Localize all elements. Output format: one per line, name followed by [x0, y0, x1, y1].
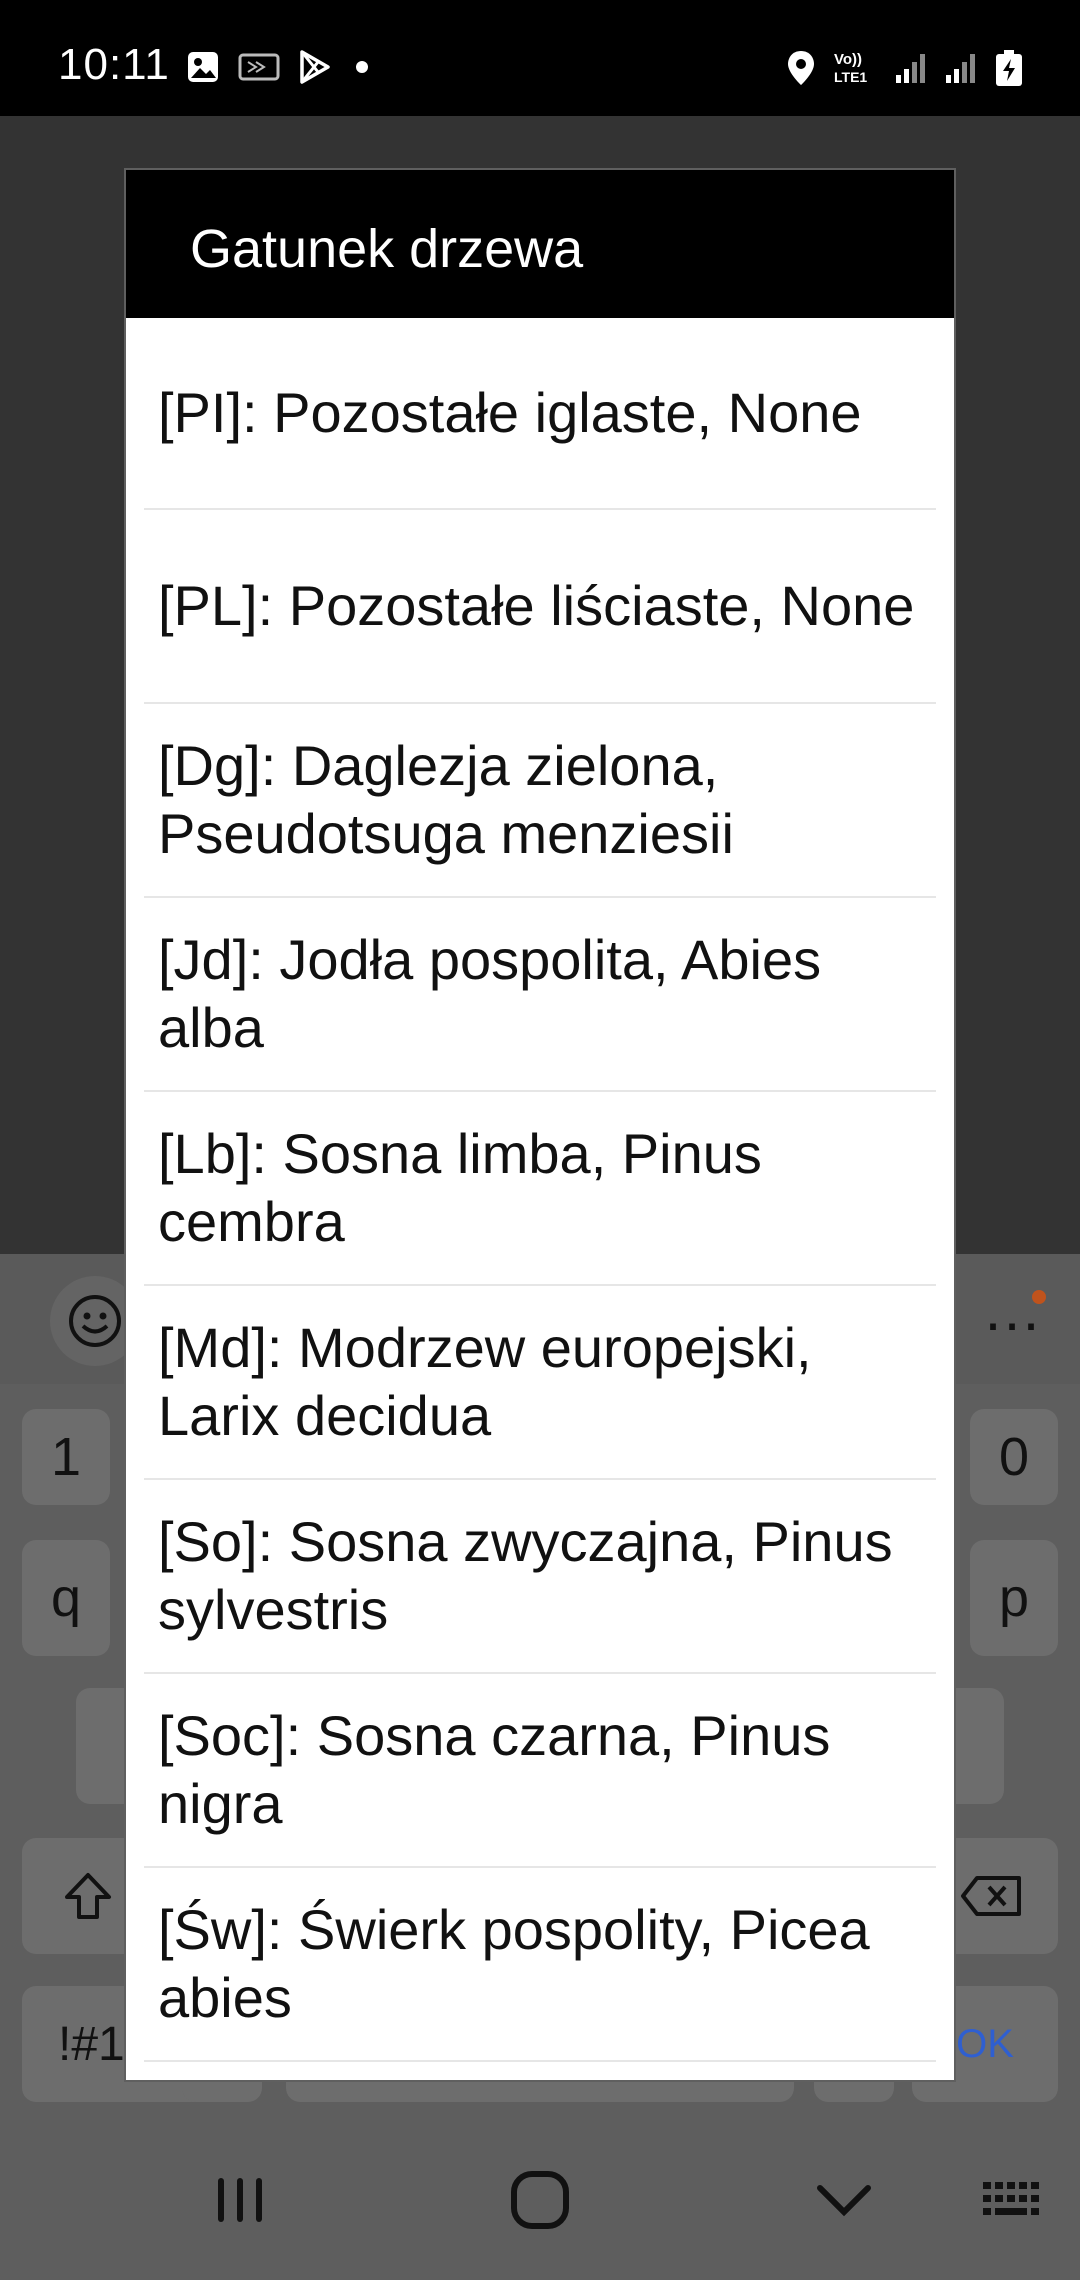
gallery-icon [186, 50, 220, 89]
svg-text:Vo)): Vo)) [834, 51, 862, 68]
list-item-md[interactable]: [Md]: Modrzew europejski, Larix decidua [144, 1286, 936, 1480]
list-item-pl[interactable]: [PL]: Pozostałe liściaste, None [144, 510, 936, 704]
key-1[interactable]: 1 [22, 1409, 110, 1505]
list-item-sw[interactable]: [Św]: Świerk pospolity, Picea abies [144, 1868, 936, 2062]
chevron-down-icon [817, 2185, 871, 2217]
recent-apps-button[interactable] [180, 2150, 300, 2250]
signal-icon [894, 51, 928, 90]
shift-icon [65, 1873, 111, 1919]
list-item-label: [Md]: Modrzew europejski, Larix decidua [158, 1316, 812, 1447]
back-button[interactable] [784, 2150, 904, 2250]
signal-icon [944, 51, 978, 90]
status-bar: 10:11 Vo)) LTE1 [0, 0, 1080, 116]
list-item-pi[interactable]: [PI]: Pozostałe iglaste, None [144, 318, 936, 510]
update-dot-icon [1032, 1290, 1046, 1304]
home-button[interactable] [480, 2150, 600, 2250]
volte-icon: Vo)) LTE1 [832, 48, 878, 93]
navigation-bar [0, 2120, 1080, 2280]
list-item-jd[interactable]: [Jd]: Jodła pospolita, Abies alba [144, 898, 936, 1092]
play-store-icon [298, 50, 332, 89]
list-item-so[interactable]: [So]: Sosna zwyczajna, Pinus sylvestris [144, 1480, 936, 1674]
cast-icon [238, 52, 280, 87]
dialog-title: Gatunek drzewa [190, 219, 584, 279]
list-item-dg[interactable]: [Dg]: Daglezja zielona, Pseudotsuga menz… [144, 704, 936, 898]
keyboard-icon [983, 2182, 1039, 2215]
dialog-header: Gatunek drzewa [126, 170, 954, 318]
list-item-label: [PL]: Pozostałe liściaste, None [158, 574, 915, 637]
species-list[interactable]: [PI]: Pozostałe iglaste, None [PL]: Pozo… [126, 318, 954, 2078]
key-0[interactable]: 0 [970, 1409, 1058, 1505]
list-item-label: [So]: Sosna zwyczajna, Pinus sylvestris [158, 1510, 893, 1641]
list-item-soc[interactable]: [Soc]: Sosna czarna, Pinus nigra [144, 1674, 936, 1868]
list-item-label: [PI]: Pozostałe iglaste, None [158, 381, 862, 444]
key-q[interactable]: q [22, 1540, 110, 1656]
location-icon [786, 49, 816, 92]
recent-apps-icon [218, 2178, 262, 2222]
battery-charging-icon [994, 49, 1024, 92]
list-item-label: [Św]: Świerk pospolity, Picea abies [158, 1898, 870, 2029]
species-picker-dialog: Gatunek drzewa [PI]: Pozostałe iglaste, … [124, 168, 956, 2082]
list-item-label: [Soc]: Sosna czarna, Pinus nigra [158, 1704, 831, 1835]
key-p[interactable]: p [970, 1540, 1058, 1656]
list-item-label: [Lb]: Sosna limba, Pinus cembra [158, 1122, 762, 1253]
list-item-label: [Jd]: Jodła pospolita, Abies alba [158, 928, 822, 1059]
status-time: 10:11 [58, 40, 170, 89]
list-item-lb[interactable]: [Lb]: Sosna limba, Pinus cembra [144, 1092, 936, 1286]
home-icon [511, 2171, 569, 2229]
list-item-label: [Dg]: Daglezja zielona, Pseudotsuga menz… [158, 734, 734, 865]
svg-text:LTE1: LTE1 [834, 69, 867, 85]
emoji-icon [69, 1295, 121, 1347]
backspace-icon [961, 1876, 1021, 1916]
keyboard-switch-button[interactable] [954, 2150, 1074, 2250]
notification-dot-icon [350, 50, 374, 89]
